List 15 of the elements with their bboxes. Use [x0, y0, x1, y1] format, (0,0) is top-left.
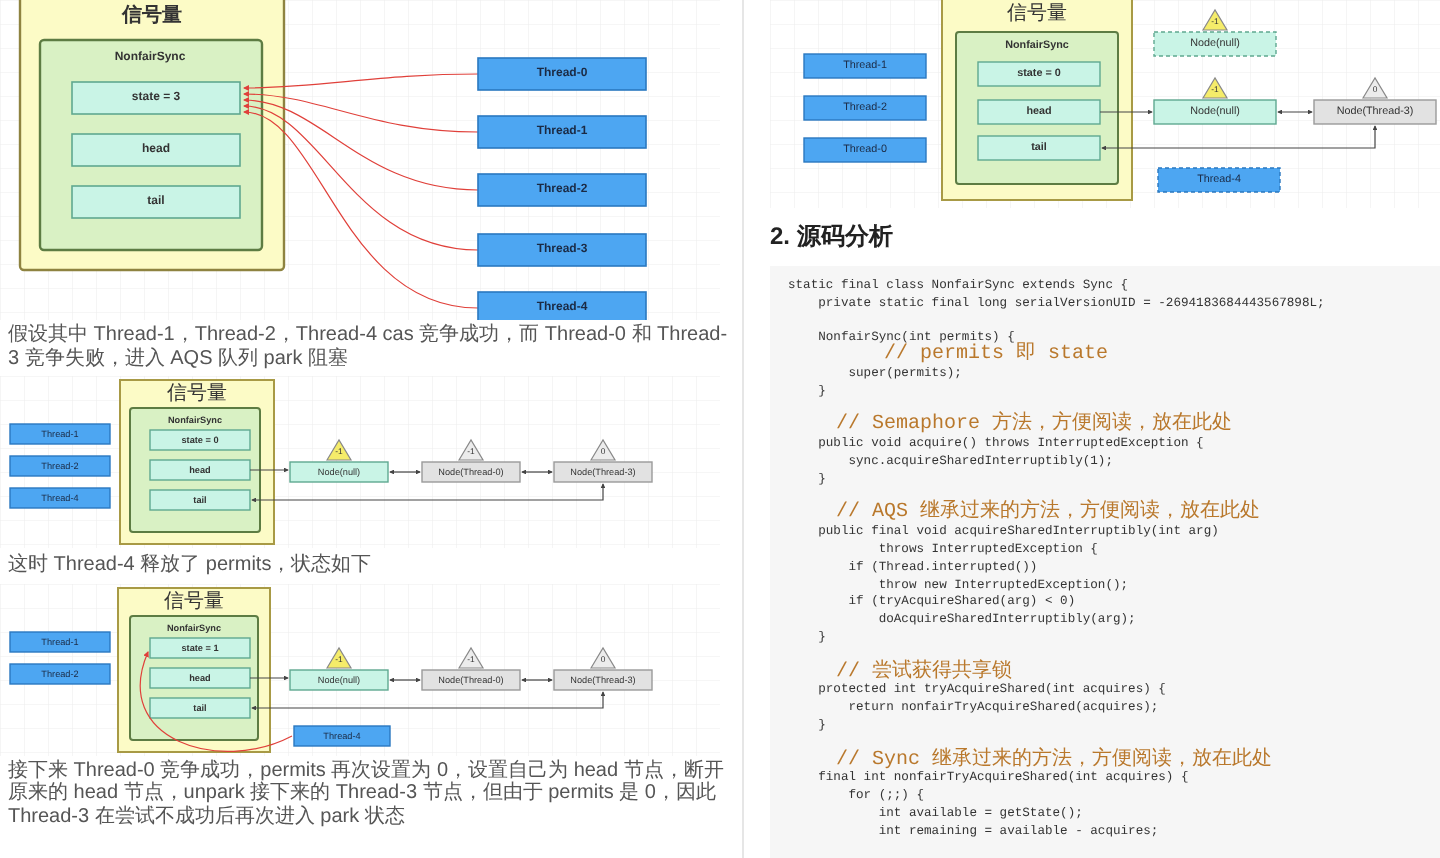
connector-arrow — [249, 467, 289, 473]
connector-arrow — [521, 676, 553, 682]
connector-arrow — [521, 469, 553, 475]
semaphore-title: 信号量 — [1007, 3, 1067, 25]
section-heading: 2. 源码分析 — [770, 220, 895, 254]
connector-arrow — [1277, 109, 1313, 115]
connector-arrow — [389, 676, 421, 682]
semaphore-title: 信号量 — [167, 383, 227, 405]
paragraph: 接下来 Thread-0 竞争成功，permits 再次设置为 0，设置自己为 head 节点，断开原来的 head 节点，unpark 接下来的 Thread-3 节点，但由于 permits 是 0，因此 Thread-3 在尝试不成功后再次进入 park 状态 — [8, 759, 726, 828]
connector-arrow — [389, 469, 421, 475]
semaphore-title: 信号量 — [122, 5, 182, 27]
connector-arrow — [1099, 109, 1153, 115]
semaphore-title: 信号量 — [164, 590, 224, 612]
paragraph: 这时 Thread-4 释放了 permits，状态如下 — [8, 554, 374, 577]
paragraph: 假设其中 Thread-1，Thread-2，Thread-4 cas 竞争成功，而 Thread-0 和 Thread-3 竞争失败，进入 AQS 队列 park 阻塞 — [8, 324, 730, 370]
